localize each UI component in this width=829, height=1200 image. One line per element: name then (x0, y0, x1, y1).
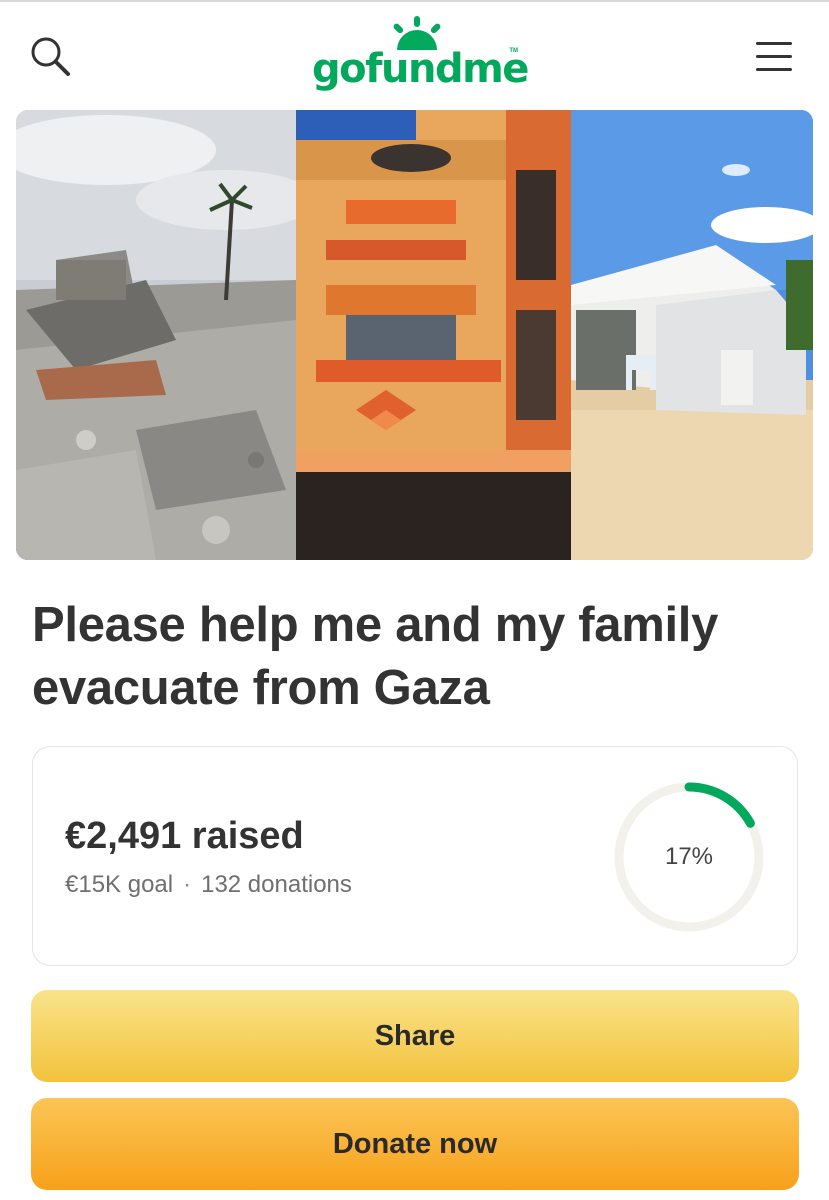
amount-raised: €2,491 raised (65, 815, 304, 857)
search-icon (31, 37, 70, 76)
progress-card: €2,491 raised €15K goal · 132 donations 17… (32, 746, 798, 966)
share-button[interactable]: Share (31, 990, 799, 1082)
hero-panel-tent (571, 110, 813, 560)
logo-trademark: TM (509, 48, 518, 54)
hero-panel-building (296, 110, 571, 560)
site-header: gofundme TM (0, 2, 829, 108)
logo-wordmark: gofundme (312, 46, 529, 92)
menu-button[interactable] (746, 32, 802, 82)
campaign-meta: €15K goal · 132 donations (65, 871, 352, 899)
progress-percent: 17% (664, 843, 714, 870)
campaign-title: Please help me and my family evacuate fr… (32, 598, 719, 715)
campaign-hero-image (16, 110, 813, 560)
gofundme-logo[interactable]: gofundme TM (312, 16, 529, 96)
donation-count: 132 donations (201, 871, 352, 898)
hero-panel-rubble (16, 110, 316, 560)
meta-separator: · (183, 871, 192, 898)
search-button[interactable] (24, 30, 80, 86)
goal-amount: €15K goal (65, 871, 174, 898)
donate-now-button[interactable]: Donate now (31, 1098, 799, 1190)
